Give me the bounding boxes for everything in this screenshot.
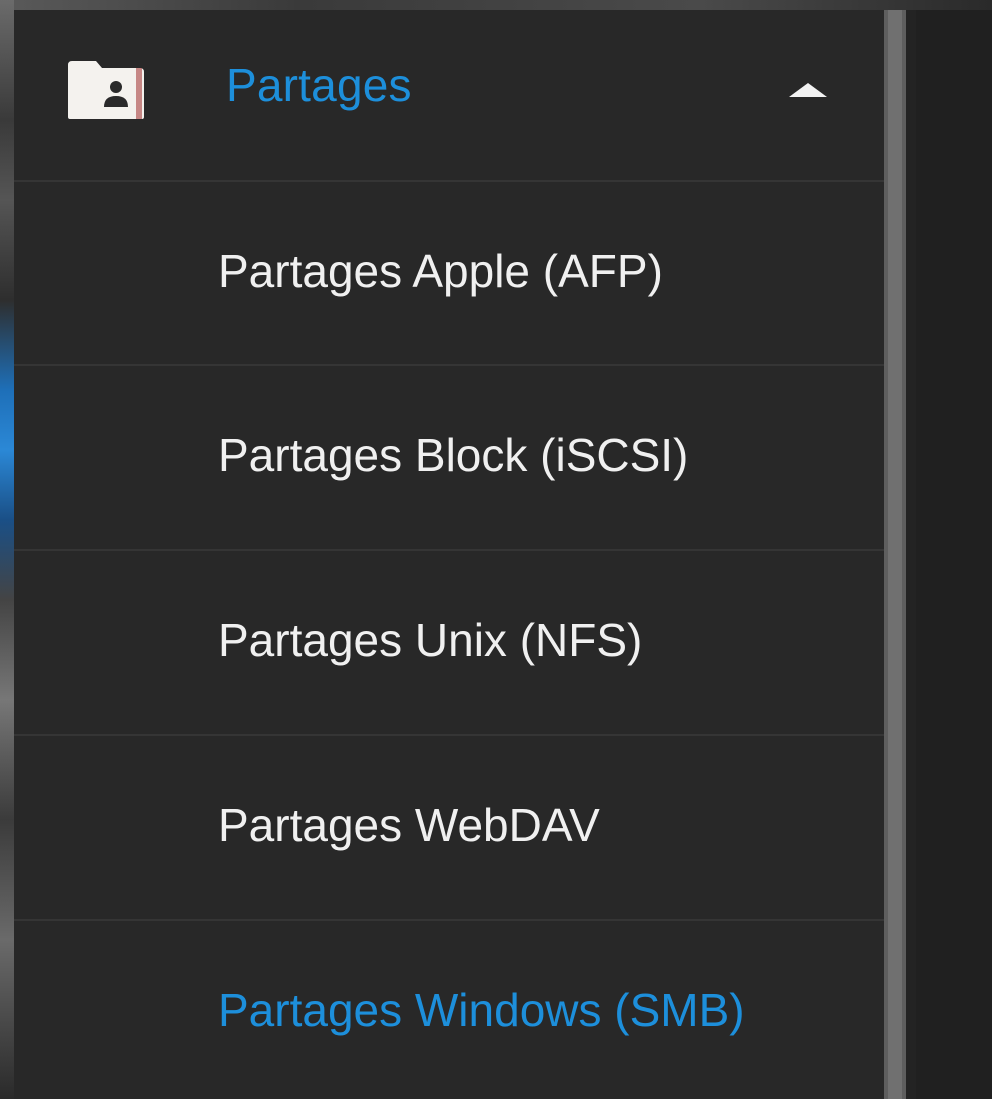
sidebar-scrollbar[interactable]	[884, 10, 906, 1099]
sidebar-item-webdav[interactable]: Partages WebDAV	[14, 736, 884, 918]
scrollbar-thumb[interactable]	[888, 10, 902, 1099]
sidebar-item-iscsi[interactable]: Partages Block (iSCSI)	[14, 366, 884, 548]
sidebar-item-label: Partages Apple (AFP)	[218, 245, 663, 297]
sidebar-menu: Partages Partages Apple (AFP) Partages B…	[14, 10, 914, 1099]
caret-up-icon[interactable]	[789, 83, 827, 97]
sidebar-group-label: Partages	[226, 59, 412, 111]
sidebar-item-label: Partages Windows (SMB)	[218, 984, 745, 1036]
sidebar-item-label: Partages Unix (NFS)	[218, 614, 643, 666]
folder-shared-icon	[68, 61, 144, 119]
sidebar-item-smb[interactable]: Partages Windows (SMB)	[14, 921, 884, 1099]
screen: Partages Partages Apple (AFP) Partages B…	[0, 0, 992, 1099]
main-content-panel	[916, 10, 992, 1099]
main-content-area	[906, 10, 992, 1099]
background-top-strip	[0, 0, 992, 10]
sidebar-item-label: Partages Block (iSCSI)	[218, 429, 689, 481]
background-left-strip	[0, 0, 14, 1099]
sidebar-group-partages[interactable]: Partages	[14, 10, 884, 180]
sidebar-item-afp[interactable]: Partages Apple (AFP)	[14, 182, 884, 364]
sidebar-item-nfs[interactable]: Partages Unix (NFS)	[14, 551, 884, 733]
sidebar-item-label: Partages WebDAV	[218, 799, 600, 851]
